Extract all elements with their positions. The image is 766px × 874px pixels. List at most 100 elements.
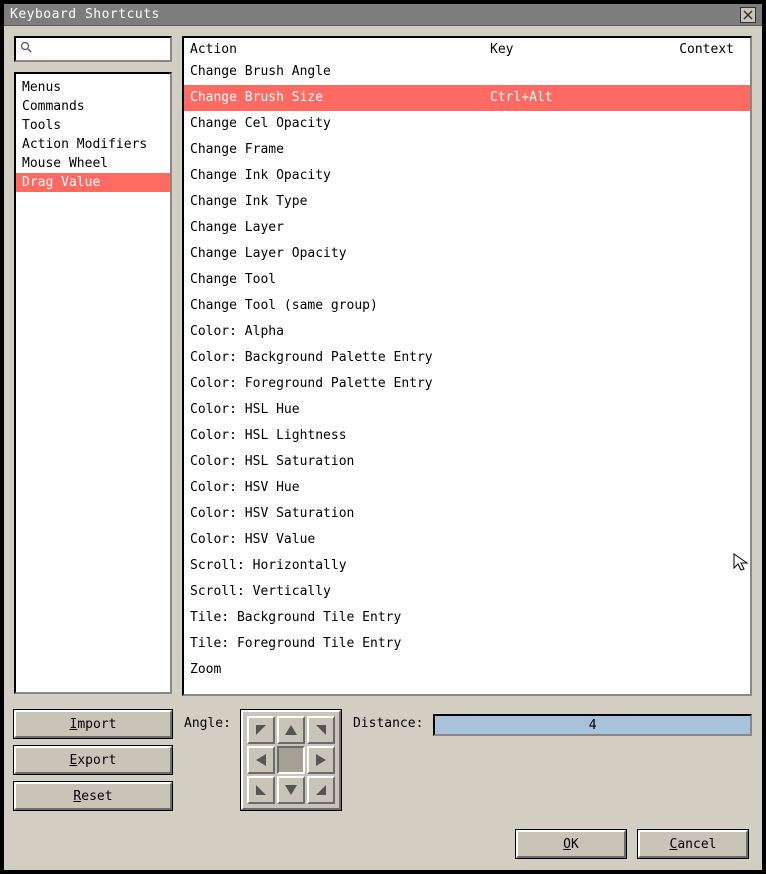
angle-s-button[interactable] bbox=[277, 776, 305, 804]
action-context bbox=[650, 426, 744, 446]
angle-ne-button[interactable] bbox=[307, 716, 335, 744]
action-name: Change Ink Type bbox=[190, 192, 490, 212]
angle-sw-button[interactable] bbox=[247, 776, 275, 804]
column-headers: Action Key Context bbox=[184, 38, 750, 59]
action-row[interactable]: Color: Foreground Palette Entry bbox=[184, 371, 750, 397]
action-key bbox=[490, 530, 650, 550]
action-name: Change Tool bbox=[190, 270, 490, 290]
header-context[interactable]: Context bbox=[650, 42, 744, 57]
import-button[interactable]: Import bbox=[14, 710, 172, 738]
action-key bbox=[490, 218, 650, 238]
action-key bbox=[490, 478, 650, 498]
action-row[interactable]: Change Cel Opacity bbox=[184, 111, 750, 137]
action-name: Color: Foreground Palette Entry bbox=[190, 374, 490, 394]
action-row[interactable]: Tile: Foreground Tile Entry bbox=[184, 631, 750, 657]
action-row[interactable]: Color: HSV Hue bbox=[184, 475, 750, 501]
angle-e-button[interactable] bbox=[307, 746, 335, 774]
action-context bbox=[650, 218, 744, 238]
search-input[interactable] bbox=[36, 41, 166, 58]
action-list: Change Brush Angle Change Brush SizeCtrl+… bbox=[184, 59, 750, 694]
action-context bbox=[650, 400, 744, 420]
action-row[interactable]: Change Frame bbox=[184, 137, 750, 163]
action-context bbox=[650, 374, 744, 394]
action-name: Color: HSL Saturation bbox=[190, 452, 490, 472]
angle-se-button[interactable] bbox=[307, 776, 335, 804]
action-context bbox=[650, 270, 744, 290]
action-row[interactable]: Color: HSV Saturation bbox=[184, 501, 750, 527]
action-context bbox=[650, 504, 744, 524]
action-key bbox=[490, 556, 650, 576]
angle-picker bbox=[241, 710, 341, 810]
action-row[interactable]: Zoom bbox=[184, 657, 750, 683]
action-name: Change Ink Opacity bbox=[190, 166, 490, 186]
reset-button[interactable]: Reset bbox=[14, 782, 172, 810]
action-row[interactable]: Change Layer Opacity bbox=[184, 241, 750, 267]
action-row[interactable]: Change Ink Opacity bbox=[184, 163, 750, 189]
action-context bbox=[650, 348, 744, 368]
angle-n-button[interactable] bbox=[277, 716, 305, 744]
action-row[interactable]: Color: HSL Lightness bbox=[184, 423, 750, 449]
header-key[interactable]: Key bbox=[490, 42, 650, 57]
category-item[interactable]: Drag Value bbox=[16, 173, 170, 192]
header-action[interactable]: Action bbox=[190, 42, 490, 57]
action-key bbox=[490, 504, 650, 524]
category-item[interactable]: Menus bbox=[16, 78, 170, 97]
action-context bbox=[650, 452, 744, 472]
export-button[interactable]: Export bbox=[14, 746, 172, 774]
action-row[interactable]: Change Brush SizeCtrl+Alt bbox=[184, 85, 750, 111]
action-row[interactable]: Tile: Background Tile Entry bbox=[184, 605, 750, 631]
action-key bbox=[490, 140, 650, 160]
angle-nw-button[interactable] bbox=[247, 716, 275, 744]
action-name: Scroll: Vertically bbox=[190, 582, 490, 602]
action-row[interactable]: Color: Alpha bbox=[184, 319, 750, 345]
action-context bbox=[650, 88, 744, 108]
action-context bbox=[650, 114, 744, 134]
action-context bbox=[650, 192, 744, 212]
action-key bbox=[490, 400, 650, 420]
action-name: Color: HSL Hue bbox=[190, 400, 490, 420]
action-row[interactable]: Change Brush Angle bbox=[184, 59, 750, 85]
search-icon bbox=[20, 41, 32, 57]
distance-label: Distance: bbox=[353, 710, 423, 731]
action-key bbox=[490, 426, 650, 446]
action-name: Color: Alpha bbox=[190, 322, 490, 342]
action-row[interactable]: Scroll: Vertically bbox=[184, 579, 750, 605]
action-context bbox=[650, 582, 744, 602]
action-row[interactable]: Change Tool (same group) bbox=[184, 293, 750, 319]
action-key bbox=[490, 296, 650, 316]
category-item[interactable]: Action Modifiers bbox=[16, 135, 170, 154]
search-input-wrapper[interactable] bbox=[14, 36, 172, 62]
action-row[interactable]: Scroll: Horizontally bbox=[184, 553, 750, 579]
category-item[interactable]: Commands bbox=[16, 97, 170, 116]
action-row[interactable]: Change Layer bbox=[184, 215, 750, 241]
action-context bbox=[650, 478, 744, 498]
category-list: MenusCommandsToolsAction ModifiersMouse … bbox=[14, 72, 172, 694]
action-name: Change Brush Angle bbox=[190, 62, 490, 82]
action-row[interactable]: Change Ink Type bbox=[184, 189, 750, 215]
ok-button[interactable]: OK bbox=[516, 830, 626, 858]
category-item[interactable]: Tools bbox=[16, 116, 170, 135]
action-name: Change Layer bbox=[190, 218, 490, 238]
angle-w-button[interactable] bbox=[247, 746, 275, 774]
action-row[interactable]: Change Tool bbox=[184, 267, 750, 293]
distance-slider[interactable]: 4 bbox=[433, 714, 752, 736]
cancel-button[interactable]: Cancel bbox=[638, 830, 748, 858]
action-row[interactable]: Color: HSL Hue bbox=[184, 397, 750, 423]
action-key bbox=[490, 244, 650, 264]
action-key bbox=[490, 634, 650, 654]
action-key bbox=[490, 270, 650, 290]
action-name: Scroll: Horizontally bbox=[190, 556, 490, 576]
action-context bbox=[650, 296, 744, 316]
action-row[interactable]: Color: HSL Saturation bbox=[184, 449, 750, 475]
action-row[interactable]: Color: Background Palette Entry bbox=[184, 345, 750, 371]
action-name: Tile: Foreground Tile Entry bbox=[190, 634, 490, 654]
action-key bbox=[490, 452, 650, 472]
angle-center-button[interactable] bbox=[277, 746, 305, 774]
category-item[interactable]: Mouse Wheel bbox=[16, 154, 170, 173]
action-key bbox=[490, 582, 650, 602]
action-row[interactable]: Color: HSV Value bbox=[184, 527, 750, 553]
close-button[interactable] bbox=[740, 7, 756, 23]
action-name: Color: HSL Lightness bbox=[190, 426, 490, 446]
action-context bbox=[650, 166, 744, 186]
action-key bbox=[490, 62, 650, 82]
